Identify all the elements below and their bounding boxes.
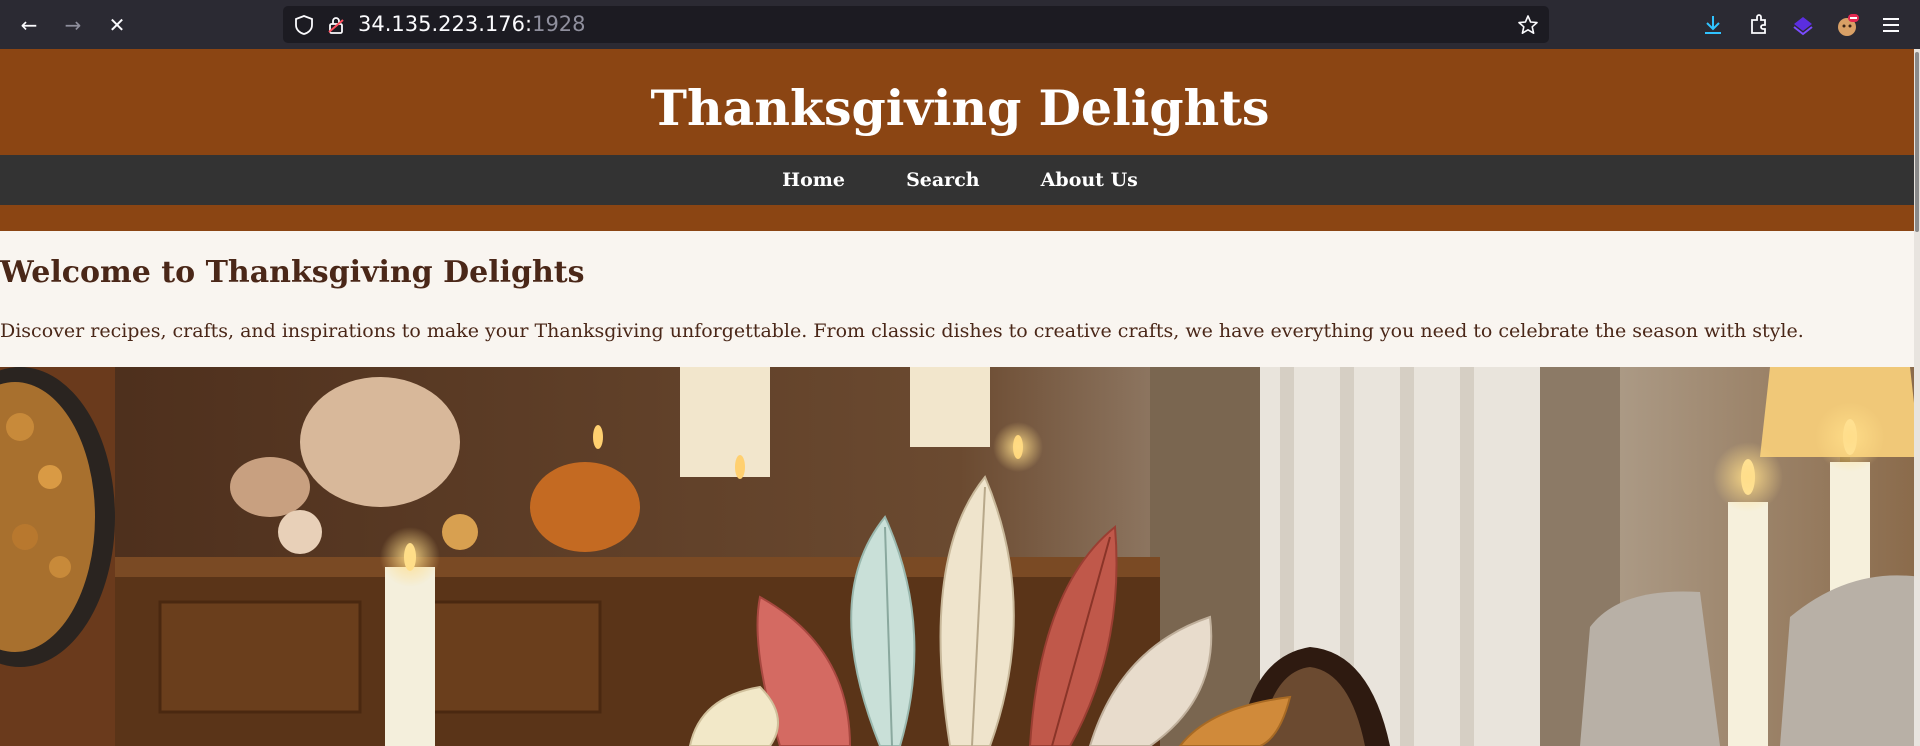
- vpn-icon[interactable]: [1790, 12, 1816, 38]
- welcome-text: Discover recipes, crafts, and inspiratio…: [0, 320, 1804, 342]
- nav-link-about[interactable]: About Us: [1041, 155, 1138, 205]
- url-port: 1928: [532, 12, 586, 36]
- site-header: Thanksgiving Delights: [0, 49, 1920, 155]
- main-nav: Home Search About Us: [0, 155, 1920, 205]
- welcome-heading: Welcome to Thanksgiving Delights: [0, 255, 585, 290]
- download-icon[interactable]: [1700, 12, 1726, 38]
- nav-link-home[interactable]: Home: [782, 155, 845, 205]
- star-icon[interactable]: [1517, 14, 1539, 36]
- url-text[interactable]: 34.135.223.176:1928: [358, 6, 586, 43]
- site-title: Thanksgiving Delights: [650, 79, 1270, 137]
- lock-icon[interactable]: [325, 14, 347, 36]
- nav-link-search[interactable]: Search: [906, 155, 980, 205]
- menu-icon[interactable]: [1878, 12, 1904, 38]
- stop-loading-icon[interactable]: ✕: [104, 12, 130, 38]
- browser-toolbar: ← → ✕ 34.135.223.176:1928: [0, 0, 1920, 49]
- hero-image: [0, 367, 1920, 746]
- scrollbar-thumb[interactable]: [1915, 52, 1919, 232]
- back-arrow-icon[interactable]: ←: [16, 12, 42, 38]
- profile-icon[interactable]: [1834, 12, 1860, 38]
- url-bar[interactable]: 34.135.223.176:1928: [283, 6, 1549, 43]
- extensions-icon[interactable]: [1746, 12, 1772, 38]
- header-divider-band: [0, 205, 1920, 231]
- url-host: 34.135.223.176:: [358, 12, 533, 36]
- shield-icon[interactable]: [293, 14, 315, 36]
- forward-arrow-icon[interactable]: →: [60, 12, 86, 38]
